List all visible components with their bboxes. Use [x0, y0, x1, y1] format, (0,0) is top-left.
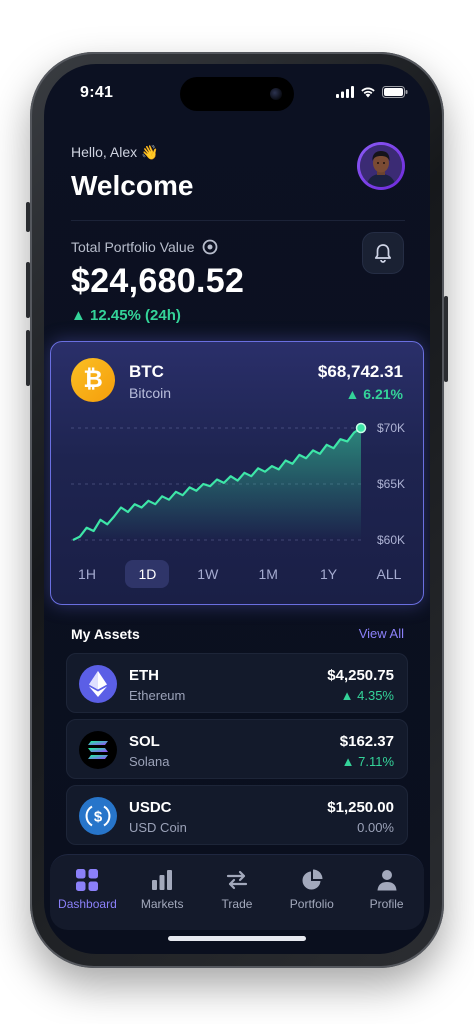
asset-row-sol[interactable]: SOL Solana $162.37 ▲ 7.11%: [66, 719, 408, 779]
page-title: Welcome: [71, 170, 194, 201]
asset-price: $4,250.75: [327, 667, 394, 684]
home-indicator: [168, 936, 306, 941]
timeframe-1y[interactable]: 1Y: [307, 560, 351, 588]
pie-chart-icon: [302, 869, 323, 890]
greeting: Hello, Alex 👋: [71, 144, 158, 161]
y-tick-label: $65K: [377, 477, 405, 491]
assets-title: My Assets: [71, 626, 140, 642]
portfolio-label-row: Total Portfolio Value: [71, 239, 218, 255]
asset-symbol: SOL: [129, 733, 160, 750]
asset-change: ▲ 4.35%: [340, 688, 394, 703]
status-icons: [336, 86, 408, 98]
power-button: [444, 296, 448, 382]
dynamic-island: [180, 77, 294, 111]
portfolio-label: Total Portfolio Value: [71, 239, 195, 255]
asset-symbol: ETH: [129, 667, 159, 684]
usdc-icon: $: [79, 797, 117, 835]
volume-up-button: [26, 262, 30, 318]
header-divider: [71, 220, 405, 221]
chart-current-point: [355, 422, 367, 434]
svg-text:$: $: [94, 809, 103, 826]
greeting-text: Hello, Alex: [71, 144, 138, 160]
view-all-link[interactable]: View All: [359, 626, 404, 641]
solana-icon: [79, 731, 117, 769]
asset-name: Ethereum: [129, 688, 186, 703]
asset-price: $162.37: [339, 733, 394, 750]
y-tick-label: $60K: [377, 533, 405, 547]
featured-name: Bitcoin: [129, 385, 172, 401]
bell-icon: [374, 244, 392, 263]
battery-icon: [382, 86, 408, 98]
asset-name: USD Coin: [129, 820, 187, 835]
nav-trade[interactable]: Trade: [204, 869, 270, 911]
nav-markets[interactable]: Markets: [129, 869, 195, 911]
featured-asset-card[interactable]: ₿ BTC Bitcoin $68,742.31 ▲ 6.21% $70K $65…: [50, 341, 424, 605]
asset-change: ▲ 7.11%: [341, 754, 394, 769]
signal-icon: [336, 86, 354, 98]
timeframe-all[interactable]: ALL: [367, 560, 411, 588]
bar-chart-icon: [152, 870, 173, 890]
portfolio-value: $24,680.52: [71, 262, 245, 300]
asset-name: Solana: [129, 754, 170, 769]
avatar[interactable]: [357, 142, 405, 190]
timeframe-1d[interactable]: 1D: [125, 560, 170, 588]
nav-label: Portfolio: [289, 897, 334, 911]
timeframe-1h[interactable]: 1H: [65, 560, 109, 588]
ethereum-icon: [79, 665, 117, 703]
nav-label: Dashboard: [58, 897, 117, 911]
status-time: 9:41: [80, 84, 114, 101]
price-chart: $70K $65K $60K: [71, 421, 405, 547]
person-icon: [377, 870, 397, 891]
featured-price: $68,742.31: [317, 362, 403, 381]
grid-icon: [76, 869, 99, 891]
nav-label: Trade: [221, 897, 253, 911]
nav-portfolio[interactable]: Portfolio: [279, 869, 345, 911]
eye-icon[interactable]: [202, 239, 218, 255]
nav-profile[interactable]: Profile: [354, 869, 420, 911]
featured-symbol: BTC: [129, 362, 164, 381]
portfolio-change: ▲ 12.45% (24h): [71, 307, 181, 324]
notifications-button[interactable]: [362, 232, 404, 274]
timeframe-selector: 1H 1D 1W 1M 1Y ALL: [65, 560, 411, 588]
wifi-icon: [361, 87, 375, 98]
nav-dashboard[interactable]: Dashboard: [54, 869, 120, 911]
chart-area-fill: [73, 428, 361, 540]
camera-icon: [270, 88, 282, 100]
volume-down-button: [26, 330, 30, 386]
nav-label: Profile: [369, 897, 404, 911]
bottom-nav: Dashboard Markets Trade Portfolio Profil…: [50, 854, 424, 930]
action-button: [26, 202, 30, 232]
asset-row-eth[interactable]: ETH Ethereum $4,250.75 ▲ 4.35%: [66, 653, 408, 713]
app-screen: 9:41 Hello, Alex 👋 Welcome Total Portfol…: [44, 64, 430, 954]
nav-label: Markets: [140, 897, 184, 911]
featured-change: ▲ 6.21%: [345, 386, 403, 402]
wave-icon: 👋: [141, 144, 159, 160]
swap-icon: [226, 870, 248, 890]
bitcoin-icon: ₿: [71, 358, 115, 402]
timeframe-1w[interactable]: 1W: [186, 560, 230, 588]
asset-change: 0.00%: [357, 820, 394, 835]
timeframe-1m[interactable]: 1M: [246, 560, 290, 588]
avatar-icon: [360, 145, 402, 187]
asset-row-usdc[interactable]: $ USDC USD Coin $1,250.00 0.00%: [66, 785, 408, 845]
y-tick-label: $70K: [377, 421, 405, 435]
asset-symbol: USDC: [129, 799, 172, 816]
asset-price: $1,250.00: [327, 799, 394, 816]
